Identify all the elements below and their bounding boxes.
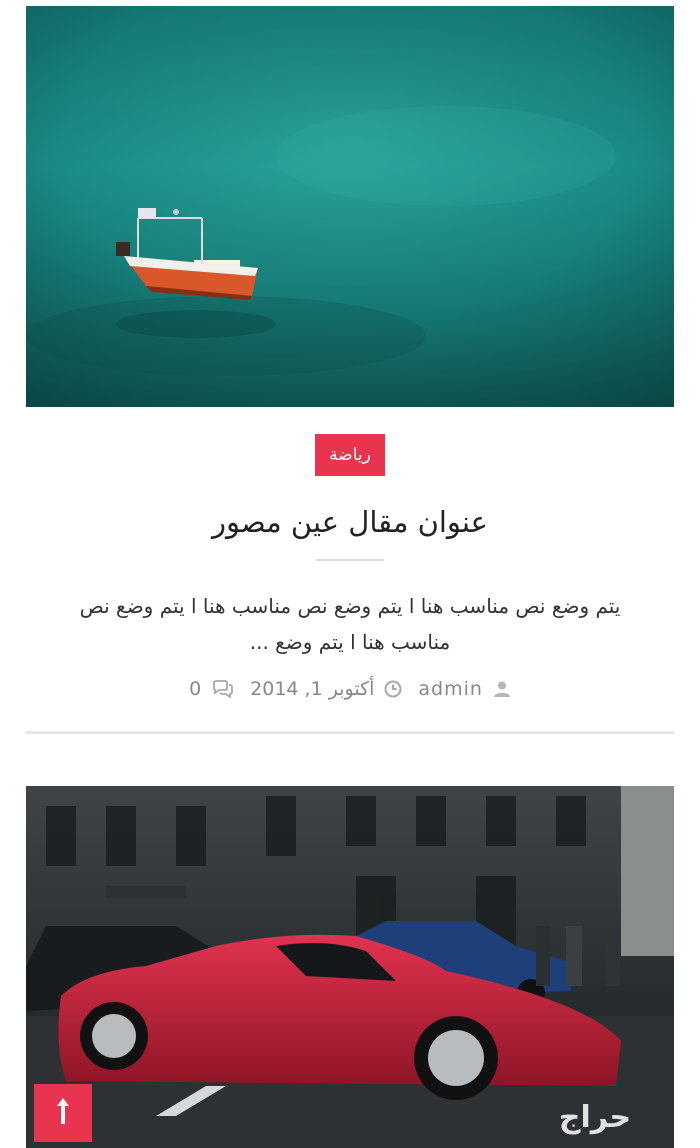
title-underline [316,559,384,561]
author-name[interactable]: admin [418,678,483,700]
post-meta: admin أكتوبر 1, 2014 0 [50,674,650,704]
post-title[interactable]: عنوان مقال عين مصور [60,500,640,544]
post-1-image[interactable] [26,6,674,407]
category-badge[interactable]: رياضة [315,434,385,476]
boat-photo [26,6,674,407]
scroll-to-top-button[interactable] [34,1084,92,1142]
post-comments[interactable]: 0 [189,678,234,700]
user-icon [493,680,511,698]
clock-icon [384,680,402,698]
comments-icon [212,680,234,698]
post-author[interactable]: admin [418,678,511,700]
post-2-image[interactable] [26,786,674,1148]
date-text: أكتوبر 1, 2014 [250,678,375,700]
sports-car-photo [26,786,674,1148]
blog-page: رياضة عنوان مقال عين مصور يتم وضع نص منا… [0,0,700,1148]
arrow-up-icon [53,1096,73,1130]
post-date: أكتوبر 1, 2014 [250,678,402,700]
comments-count[interactable]: 0 [189,678,202,700]
post-excerpt: يتم وضع نص مناسب هنا ا يتم وضع نص مناسب … [79,594,621,654]
post-separator [26,731,674,734]
haraj-watermark: حراج [558,1100,632,1135]
